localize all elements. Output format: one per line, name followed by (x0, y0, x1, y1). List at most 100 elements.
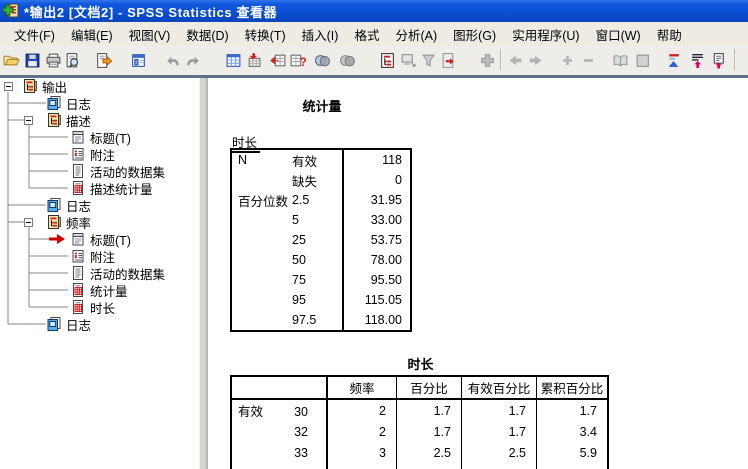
tree-item-notes-1[interactable]: 附注 (70, 146, 115, 162)
goto-data-button[interactable] (222, 48, 244, 72)
demote-button[interactable] (577, 48, 599, 72)
redo-button[interactable] (181, 48, 203, 72)
table-header-row: 频率 百分比 有效百分比 累积百分比 (231, 376, 608, 399)
menu-transform[interactable]: 转换(T) (237, 22, 294, 47)
expander-frequencies[interactable] (24, 218, 33, 227)
filter-button[interactable] (417, 48, 439, 72)
statistics-table[interactable]: N 有效 118 缺失 0 百分位数 2.5 31.95 5 33.00 25 … (230, 148, 412, 332)
menu-view[interactable]: 视图(V) (121, 22, 179, 47)
open-book-gray-icon (612, 52, 629, 69)
header-frequency: 频率 (327, 376, 397, 399)
table-row: 33 3 2.5 2.5 5.9 (231, 442, 608, 463)
table-row: 25 53.75 (231, 230, 411, 250)
plus-cross-gray-icon (479, 52, 496, 69)
print-preview-icon (64, 52, 81, 69)
recall-dialog-button[interactable] (127, 48, 149, 72)
cell-valid-percent: 1.7 (462, 399, 537, 421)
tree-item-notes-2[interactable]: 附注 (70, 248, 115, 264)
computer-gray-icon (400, 52, 417, 69)
expander-output[interactable] (4, 82, 13, 91)
tree-item-descriptive-stats[interactable]: 描述统计量 (70, 180, 153, 196)
save-button[interactable] (21, 48, 43, 72)
goto-case-button[interactable] (242, 48, 264, 72)
outline-tree-red-icon (379, 52, 396, 69)
menu-data[interactable]: 数据(D) (178, 22, 236, 47)
cell-group (231, 290, 290, 310)
menu-format[interactable]: 格式 (346, 22, 387, 47)
insert-heading-button[interactable] (476, 48, 498, 72)
cell-value: 53.75 (343, 230, 411, 250)
insert-doc-button[interactable] (437, 48, 459, 72)
title-bar[interactable]: *输出2 [文档2] - SPSS Statistics 查看器 (0, 0, 748, 22)
print-preview-button[interactable] (61, 48, 83, 72)
minus-small-gray-icon (580, 52, 597, 69)
panel-splitter[interactable] (199, 78, 208, 469)
tree-item-log-1[interactable]: 日志 (46, 95, 91, 111)
tree-item-frequencies[interactable]: 频率 (46, 214, 91, 230)
cell-group: N (231, 149, 290, 170)
tree-item-active-dataset-1[interactable]: 活动的数据集 (70, 163, 165, 179)
menu-help[interactable]: 帮助 (649, 22, 690, 47)
cell-stat: 50 (290, 250, 343, 270)
dataset-doc-icon (70, 265, 86, 281)
tree-item-title-1[interactable]: 标题(T) (70, 129, 131, 145)
tree-item-label: 频率 (66, 213, 91, 232)
collapse-button[interactable] (631, 48, 653, 72)
menu-bar: 文件(F) 编辑(E) 视图(V) 数据(D) 转换(T) 插入(I) 格式 分… (0, 22, 748, 46)
tree-item-statistics[interactable]: 统计量 (70, 282, 128, 298)
output-book-icon (46, 112, 62, 128)
open-button[interactable] (0, 48, 22, 72)
cell-group (231, 170, 290, 190)
expander-descriptives[interactable] (24, 116, 33, 125)
insert-before-button[interactable] (686, 48, 708, 72)
select-last-output-button[interactable] (376, 48, 398, 72)
show-all-button[interactable] (336, 48, 358, 72)
tree-item-log-3[interactable]: 日志 (46, 316, 91, 332)
export-button[interactable] (92, 48, 114, 72)
tree-item-output[interactable]: 输出 (22, 78, 67, 94)
cell-group (231, 250, 290, 270)
cell-percent: 1.7 (397, 399, 462, 421)
open-folder-icon (3, 52, 20, 69)
insert-after-button[interactable] (707, 48, 729, 72)
redo-icon (184, 52, 201, 69)
menu-analyze[interactable]: 分析(A) (387, 22, 445, 47)
menu-utilities[interactable]: 实用程序(U) (504, 22, 587, 47)
cell-frequency: 1 (327, 463, 397, 469)
viewer-content[interactable]: 统计量 时长 N 有效 118 缺失 0 百分位数 2.5 31.95 5 33… (208, 78, 748, 469)
change-level-button[interactable] (662, 48, 684, 72)
cell-valid-percent: 2.5 (462, 442, 537, 463)
designate-window-button[interactable] (397, 48, 419, 72)
menu-insert[interactable]: 插入(I) (294, 22, 347, 47)
square-gray-icon (634, 52, 651, 69)
cell-percent: 2.5 (397, 442, 462, 463)
menu-window[interactable]: 窗口(W) (588, 22, 649, 47)
table-row: 百分位数 2.5 31.95 (231, 190, 411, 210)
menu-graphs[interactable]: 图形(G) (445, 22, 504, 47)
printer-icon (45, 52, 62, 69)
tree-item-label: 描述统计量 (90, 179, 153, 198)
stats-doc-icon (70, 282, 86, 298)
menu-edit[interactable]: 编辑(E) (63, 22, 121, 47)
expand-button[interactable] (609, 48, 631, 72)
cell-stat: 2.5 (290, 190, 343, 210)
cell-stub: 32 (231, 421, 327, 442)
tree-item-title-2-selected[interactable]: 标题(T) (70, 231, 131, 247)
next-button[interactable] (524, 48, 546, 72)
app-icon[interactable] (3, 3, 19, 19)
tree-item-duration[interactable]: 时长 (70, 299, 115, 315)
use-sets-button[interactable] (311, 48, 333, 72)
previous-button[interactable] (504, 48, 526, 72)
title-page-icon (70, 129, 86, 145)
tree-item-descriptives[interactable]: 描述 (46, 112, 91, 128)
cell-percent: .8 (397, 463, 462, 469)
outline-tree-panel[interactable]: 输出 日志 描述 标题(T) 附注 活动的数据集 描述统计量 日志 频率 标 (0, 78, 199, 469)
plus-small-gray-icon (559, 52, 576, 69)
tree-item-log-2[interactable]: 日志 (46, 197, 91, 213)
frequency-table[interactable]: 频率 百分比 有效百分比 累积百分比 有效30 2 1.7 1.7 1.7 32… (230, 375, 609, 469)
tree-item-active-dataset-2[interactable]: 活动的数据集 (70, 265, 165, 281)
promote-button[interactable] (556, 48, 578, 72)
variables-info-button[interactable] (286, 48, 308, 72)
menu-file[interactable]: 文件(F) (6, 22, 63, 47)
toolbar-separator (734, 49, 736, 70)
